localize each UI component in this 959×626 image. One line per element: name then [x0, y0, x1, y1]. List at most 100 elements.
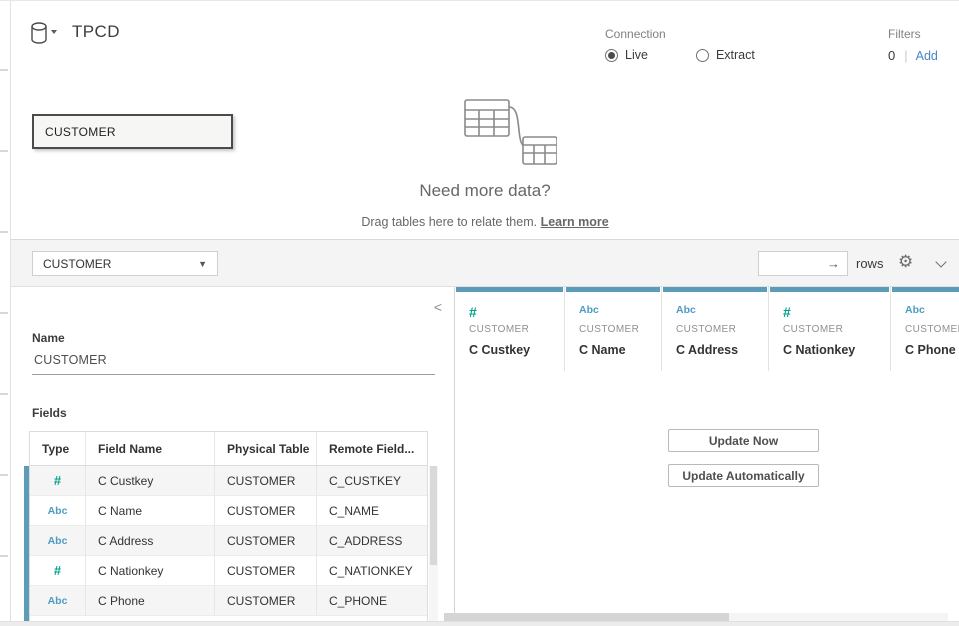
table-row[interactable]: # C Custkey CUSTOMER C_CUSTKEY: [30, 466, 427, 496]
collapse-panel-icon[interactable]: <: [434, 299, 442, 315]
filters-label: Filters: [888, 27, 938, 41]
filters-count: 0: [888, 48, 895, 63]
caret-down-icon: [51, 30, 57, 34]
grid-column-field: C Name: [579, 343, 661, 357]
string-type-icon: Abc: [48, 595, 68, 607]
number-type-icon: #: [469, 304, 564, 319]
rows-label: rows: [856, 256, 883, 271]
strip-tick: [0, 231, 8, 233]
string-type-icon: Abc: [579, 304, 661, 319]
strip-tick: [0, 69, 8, 71]
grid-column-field: C Phone: [905, 343, 959, 357]
rows-count-field[interactable]: →: [758, 251, 848, 276]
strip-tick: [0, 312, 8, 314]
radio-live-label[interactable]: Live: [625, 48, 648, 62]
strip-tick: [0, 150, 8, 152]
radio-extract-icon[interactable]: [696, 49, 709, 62]
empty-state-title: Need more data?: [11, 181, 959, 201]
learn-more-link[interactable]: Learn more: [541, 215, 609, 229]
chevron-down-icon[interactable]: [936, 257, 947, 268]
scrollbar-thumb[interactable]: [430, 466, 437, 565]
table-select-value: CUSTOMER: [43, 257, 111, 271]
scrollbar-thumb[interactable]: [444, 613, 729, 621]
filters-block: Filters 0 | Add: [888, 27, 938, 63]
name-input[interactable]: CUSTOMER: [34, 353, 107, 367]
grid-column-table: CUSTOMER: [579, 324, 661, 335]
bottom-pane: < Name CUSTOMER Fields Type Field Name P…: [11, 287, 959, 626]
col-header-physical-table[interactable]: Physical Table: [215, 432, 317, 465]
field-name-cell: C Custkey: [86, 466, 215, 495]
grid-column-c-address[interactable]: Abc CUSTOMER C Address: [662, 287, 769, 371]
fields-label: Fields: [32, 406, 67, 420]
grid-column-field: C Custkey: [469, 343, 564, 357]
remote-field-cell: C_NATIONKEY: [317, 556, 427, 585]
table-row[interactable]: Abc C Name CUSTOMER C_NAME: [30, 496, 427, 526]
update-now-button[interactable]: Update Now: [668, 429, 819, 452]
empty-state-subtitle: Drag tables here to relate them. Learn m…: [11, 215, 959, 229]
string-type-icon: Abc: [48, 505, 68, 517]
grid-column-c-name[interactable]: Abc CUSTOMER C Name: [565, 287, 662, 371]
remote-field-cell: C_ADDRESS: [317, 526, 427, 555]
field-name-cell: C Address: [86, 526, 215, 555]
number-type-icon: #: [54, 473, 61, 488]
relate-tables-illustration: [437, 97, 557, 165]
arrow-right-icon[interactable]: →: [827, 256, 840, 271]
radio-extract-label[interactable]: Extract: [716, 48, 755, 62]
table-select-dropdown[interactable]: CUSTOMER ▼: [32, 251, 218, 276]
grid-horizontal-scrollbar[interactable]: [444, 613, 948, 621]
table-row[interactable]: # C Nationkey CUSTOMER C_NATIONKEY: [30, 556, 427, 586]
grid-column-table: CUSTOMER: [905, 324, 959, 335]
grid-column-table: CUSTOMER: [469, 324, 564, 335]
number-type-icon: #: [783, 304, 890, 319]
grid-header-row: # CUSTOMER C Custkey Abc CUSTOMER C Name…: [455, 287, 959, 371]
table-icon: [465, 100, 509, 136]
physical-table-cell: CUSTOMER: [215, 586, 317, 615]
table-row[interactable]: Abc C Phone CUSTOMER C_PHONE: [30, 586, 427, 616]
grid-column-c-phone[interactable]: Abc CUSTOMER C Phone: [891, 287, 959, 371]
grid-column-c-nationkey[interactable]: # CUSTOMER C Nationkey: [769, 287, 891, 371]
data-preview-grid: # CUSTOMER C Custkey Abc CUSTOMER C Name…: [455, 287, 959, 626]
datasource-title[interactable]: TPCD: [72, 22, 120, 42]
radio-extract[interactable]: Extract: [696, 48, 755, 62]
radio-live[interactable]: Live: [605, 48, 648, 62]
caret-down-icon: ▼: [198, 259, 207, 269]
fields-vertical-scrollbar[interactable]: [429, 466, 438, 626]
physical-table-cell: CUSTOMER: [215, 466, 317, 495]
fields-selection-accent-bar: [24, 466, 29, 626]
datagrid-toolbar: CUSTOMER ▼ → rows ⚙: [11, 239, 959, 287]
database-icon[interactable]: [30, 21, 60, 47]
string-type-icon: Abc: [676, 304, 768, 319]
connection-block: Connection Live Extract: [605, 27, 755, 62]
table-icon: [523, 137, 557, 164]
left-pane-collapsed-strip[interactable]: [0, 0, 11, 626]
field-name-cell: C Name: [86, 496, 215, 525]
rows-count-input[interactable]: [759, 252, 821, 275]
canvas-table-customer[interactable]: CUSTOMER: [32, 114, 233, 149]
window-bottom-edge: [0, 621, 959, 626]
grid-column-table: CUSTOMER: [676, 324, 768, 335]
table-details-panel: < Name CUSTOMER Fields Type Field Name P…: [11, 287, 455, 626]
canvas-table-label: CUSTOMER: [45, 125, 116, 139]
grid-column-c-custkey[interactable]: # CUSTOMER C Custkey: [455, 287, 565, 371]
remote-field-cell: C_CUSTKEY: [317, 466, 427, 495]
col-header-remote-field[interactable]: Remote Field...: [317, 432, 427, 465]
col-header-field-name[interactable]: Field Name: [86, 432, 215, 465]
strip-tick: [0, 555, 8, 557]
number-type-icon: #: [54, 563, 61, 578]
filters-add-link[interactable]: Add: [916, 49, 938, 63]
col-header-type[interactable]: Type: [30, 432, 86, 465]
fields-table-header: Type Field Name Physical Table Remote Fi…: [30, 432, 427, 466]
grid-column-field: C Nationkey: [783, 343, 890, 357]
name-input-underline: [32, 374, 435, 375]
update-automatically-button[interactable]: Update Automatically: [668, 464, 819, 487]
physical-table-cell: CUSTOMER: [215, 526, 317, 555]
string-type-icon: Abc: [905, 304, 959, 319]
gear-icon[interactable]: ⚙: [898, 252, 913, 272]
physical-table-cell: CUSTOMER: [215, 556, 317, 585]
drag-tables-text: Drag tables here to relate them.: [361, 215, 537, 229]
name-label: Name: [32, 331, 65, 345]
grid-column-table: CUSTOMER: [783, 324, 890, 335]
string-type-icon: Abc: [48, 535, 68, 547]
radio-live-icon[interactable]: [605, 49, 618, 62]
table-row[interactable]: Abc C Address CUSTOMER C_ADDRESS: [30, 526, 427, 556]
